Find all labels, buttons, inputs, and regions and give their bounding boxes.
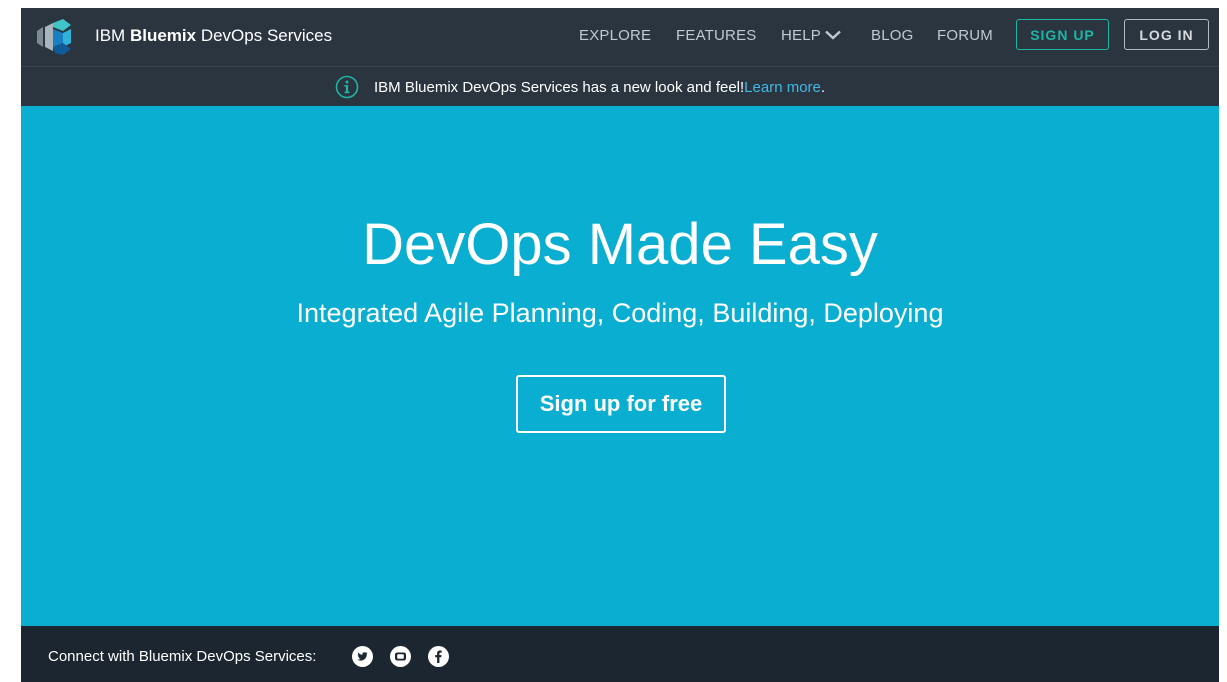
nav-features[interactable]: FEATURES <box>676 27 757 45</box>
hero-subtitle: Integrated Agile Planning, Coding, Build… <box>296 298 944 328</box>
learn-more-link[interactable]: Learn more <box>744 79 821 96</box>
nav-blog[interactable]: BLOG <box>871 27 913 45</box>
footer: Connect with Bluemix DevOps Services: <box>21 626 1219 682</box>
nav-explore[interactable]: EXPLORE <box>579 27 651 45</box>
brand-suffix: DevOps Services <box>196 26 333 45</box>
log-in-button[interactable]: LOG IN <box>1124 19 1209 50</box>
sign-up-button[interactable]: SIGN UP <box>1016 19 1109 50</box>
brand-title[interactable]: IBM Bluemix DevOps Services <box>95 26 332 46</box>
announcement-content: IBM Bluemix DevOps Services has a new lo… <box>335 75 825 99</box>
connect-text: Connect with Bluemix DevOps Services: <box>48 648 317 665</box>
announcement-text: IBM Bluemix DevOps Services has a new lo… <box>374 78 745 96</box>
nav-help-label: HELP <box>781 27 821 44</box>
announcement-end: . <box>820 78 826 96</box>
hero-section: DevOps Made Easy Integrated Agile Planni… <box>21 106 1219 626</box>
facebook-icon[interactable] <box>428 646 449 667</box>
page-frame: IBM Bluemix DevOps Services EXPLORE FEAT… <box>21 8 1219 682</box>
nav-forum[interactable]: FORUM <box>937 27 993 45</box>
brand-bold: Bluemix <box>129 26 197 45</box>
youtube-icon[interactable] <box>390 646 411 667</box>
top-nav: IBM Bluemix DevOps Services EXPLORE FEAT… <box>21 8 1219 66</box>
chevron-down-icon <box>825 30 841 40</box>
twitter-icon[interactable] <box>352 646 373 667</box>
info-icon <box>335 75 359 99</box>
bluemix-logo-icon[interactable] <box>33 17 73 57</box>
sign-up-free-button[interactable]: Sign up for free <box>516 375 726 433</box>
announcement-bar: IBM Bluemix DevOps Services has a new lo… <box>21 66 1219 106</box>
nav-help[interactable]: HELP <box>781 27 841 45</box>
hero-title: DevOps Made Easy <box>362 212 878 277</box>
brand-prefix: IBM <box>95 26 130 45</box>
